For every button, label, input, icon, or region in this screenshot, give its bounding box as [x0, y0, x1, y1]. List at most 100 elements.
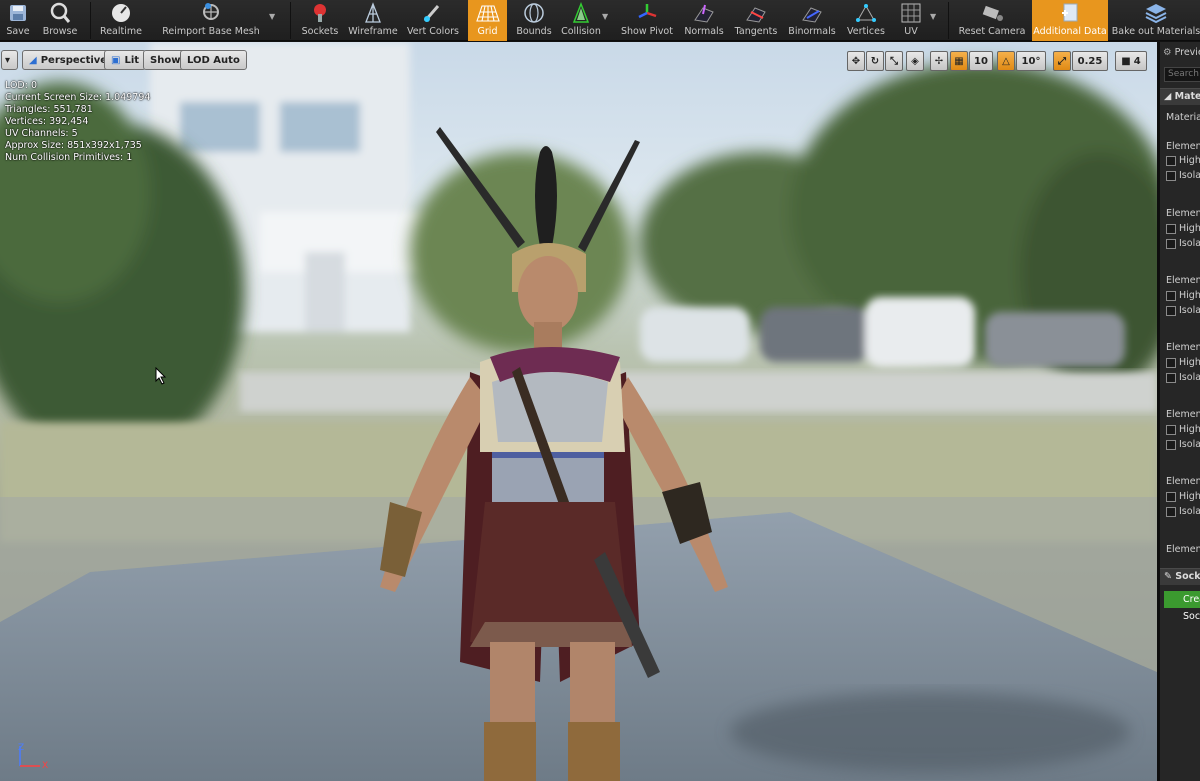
vertices-button[interactable]: Vertices [844, 0, 888, 41]
collision-button[interactable]: Collision [559, 0, 603, 41]
reimport-base-mesh-button[interactable]: Reimport Base Mesh [160, 0, 262, 41]
vert-colors-button[interactable]: Vert Colors [404, 0, 462, 41]
checkbox[interactable] [1166, 424, 1176, 435]
bake-out-materials-button[interactable]: Bake out Materials [1112, 0, 1200, 41]
checkbox[interactable] [1166, 238, 1176, 249]
perspective-button[interactable]: ◢ Perspective [22, 50, 115, 70]
lod-auto-button[interactable]: LOD Auto [180, 50, 247, 70]
grid-label: Grid [477, 26, 498, 37]
binormals-button[interactable]: Binormals [786, 0, 838, 41]
character-shadow [730, 692, 1130, 772]
scale-snap-toggle[interactable]: ⤢ [1053, 51, 1071, 71]
save-label: Save [6, 26, 30, 37]
isolate-label: Isolate [1179, 439, 1200, 450]
bounds-label: Bounds [516, 26, 552, 37]
browse-button[interactable]: Browse [40, 0, 80, 41]
sockets-category-label: Sockets [1175, 571, 1200, 582]
element-4-highlight[interactable]: Highlight [1166, 424, 1200, 435]
tangents-button[interactable]: Tangents [732, 0, 780, 41]
normals-button[interactable]: Normals [682, 0, 726, 41]
element-1-isolate[interactable]: Isolate [1166, 238, 1200, 249]
element-3-highlight[interactable]: Highlight [1166, 357, 1200, 368]
element-3-isolate[interactable]: Isolate [1166, 372, 1200, 383]
uv-dropdown-icon[interactable]: ▼ [930, 12, 936, 21]
bounds-icon [522, 2, 546, 24]
scale-snap-value[interactable]: 0.25 [1072, 51, 1108, 71]
panel-tab[interactable]: ⚙ Preview Scene Settings [1163, 47, 1200, 58]
element-5-highlight[interactable]: Highlight [1166, 491, 1200, 502]
element-5-isolate[interactable]: Isolate [1166, 506, 1200, 517]
stat-triangles: Triangles: 551,781 [5, 104, 93, 115]
coordinate-space-button[interactable]: ◈ [906, 51, 924, 71]
checkbox[interactable] [1166, 223, 1176, 234]
wireframe-label: Wireframe [348, 26, 398, 37]
create-socket-button[interactable]: Create Socket [1164, 591, 1200, 622]
bounds-button[interactable]: Bounds [513, 0, 555, 41]
tangents-icon [744, 2, 768, 24]
collision-dropdown-icon[interactable]: ▼ [602, 12, 608, 21]
cube-icon: ◈ [911, 55, 919, 67]
wrench-icon: ✎ [1164, 571, 1172, 582]
element-1-highlight[interactable]: Highlight [1166, 223, 1200, 234]
reimport-dropdown-icon[interactable]: ▼ [269, 12, 275, 21]
checkbox[interactable] [1166, 439, 1176, 450]
realtime-button[interactable]: Realtime [98, 0, 144, 41]
rotate-icon: ↻ [870, 55, 880, 67]
search-input[interactable]: Search [1164, 67, 1200, 82]
stat-collision-primitives: Num Collision Primitives: 1 [5, 152, 133, 163]
highlight-label: Highlight [1179, 491, 1200, 502]
element-6-label: Element 6 [1166, 544, 1200, 555]
wireframe-button[interactable]: Wireframe [346, 0, 400, 41]
element-0-isolate[interactable]: Isolate [1166, 170, 1200, 181]
show-pivot-button[interactable]: Show Pivot [618, 0, 676, 41]
binormals-label: Binormals [788, 26, 836, 37]
browse-label: Browse [42, 26, 78, 37]
checkbox[interactable] [1166, 357, 1176, 368]
checkbox[interactable] [1166, 305, 1176, 316]
bake-materials-icon [1144, 2, 1168, 24]
toolbar-divider [290, 2, 291, 39]
checkbox[interactable] [1166, 491, 1176, 502]
scale-tool-button[interactable]: ⤡ [885, 51, 903, 71]
camera-speed-button[interactable]: ■ 4 [1115, 51, 1147, 71]
element-2-isolate[interactable]: Isolate [1166, 305, 1200, 316]
highlight-label: Highlight [1179, 290, 1200, 301]
element-4-isolate[interactable]: Isolate [1166, 439, 1200, 450]
materials-category-label: Material Slots [1174, 91, 1200, 102]
grid-button[interactable]: Grid [468, 0, 507, 41]
rotation-snap-toggle[interactable]: △ [997, 51, 1015, 71]
isolate-label: Isolate [1179, 506, 1200, 517]
reimport-label: Reimport Base Mesh [162, 26, 260, 37]
sockets-category-header[interactable]: ✎ Sockets [1160, 568, 1200, 585]
checkbox[interactable] [1166, 290, 1176, 301]
sockets-label: Sockets [301, 26, 339, 37]
reset-camera-button[interactable]: Reset Camera [958, 0, 1026, 41]
checkbox[interactable] [1166, 506, 1176, 517]
viewport-options-dropdown[interactable]: ▾ [1, 50, 18, 70]
scale-icon: ⤡ [890, 55, 898, 67]
collision-icon [569, 2, 593, 24]
save-button[interactable]: Save [2, 0, 34, 41]
reset-camera-icon [980, 2, 1004, 24]
isolate-label: Isolate [1179, 305, 1200, 316]
checkbox[interactable] [1166, 155, 1176, 166]
checkbox[interactable] [1166, 170, 1176, 181]
checkbox[interactable] [1166, 372, 1176, 383]
browse-icon [48, 2, 72, 24]
element-2-highlight[interactable]: Highlight [1166, 290, 1200, 301]
materials-category-header[interactable]: ◢ Material Slots [1160, 88, 1200, 105]
translate-tool-button[interactable]: ✥ [847, 51, 865, 71]
additional-data-button[interactable]: Additional Data [1032, 0, 1108, 41]
vertex-colors-icon [421, 2, 445, 24]
3d-viewport[interactable]: ▾ ◢ Perspective ▣ Lit Show LOD Auto LOD:… [0, 42, 1157, 781]
lit-button[interactable]: ▣ Lit [104, 50, 147, 70]
rotate-tool-button[interactable]: ↻ [866, 51, 884, 71]
stat-lod: LOD: 0 [5, 80, 38, 91]
rotation-snap-value[interactable]: 10° [1016, 51, 1046, 71]
grid-snap-value[interactable]: 10 [969, 51, 993, 71]
sockets-button[interactable]: Sockets [298, 0, 342, 41]
grid-snap-toggle[interactable]: ▦ [950, 51, 968, 71]
element-0-highlight[interactable]: Highlight [1166, 155, 1200, 166]
uv-button[interactable]: UV [894, 0, 928, 41]
surface-snap-button[interactable]: ✢ [930, 51, 948, 71]
